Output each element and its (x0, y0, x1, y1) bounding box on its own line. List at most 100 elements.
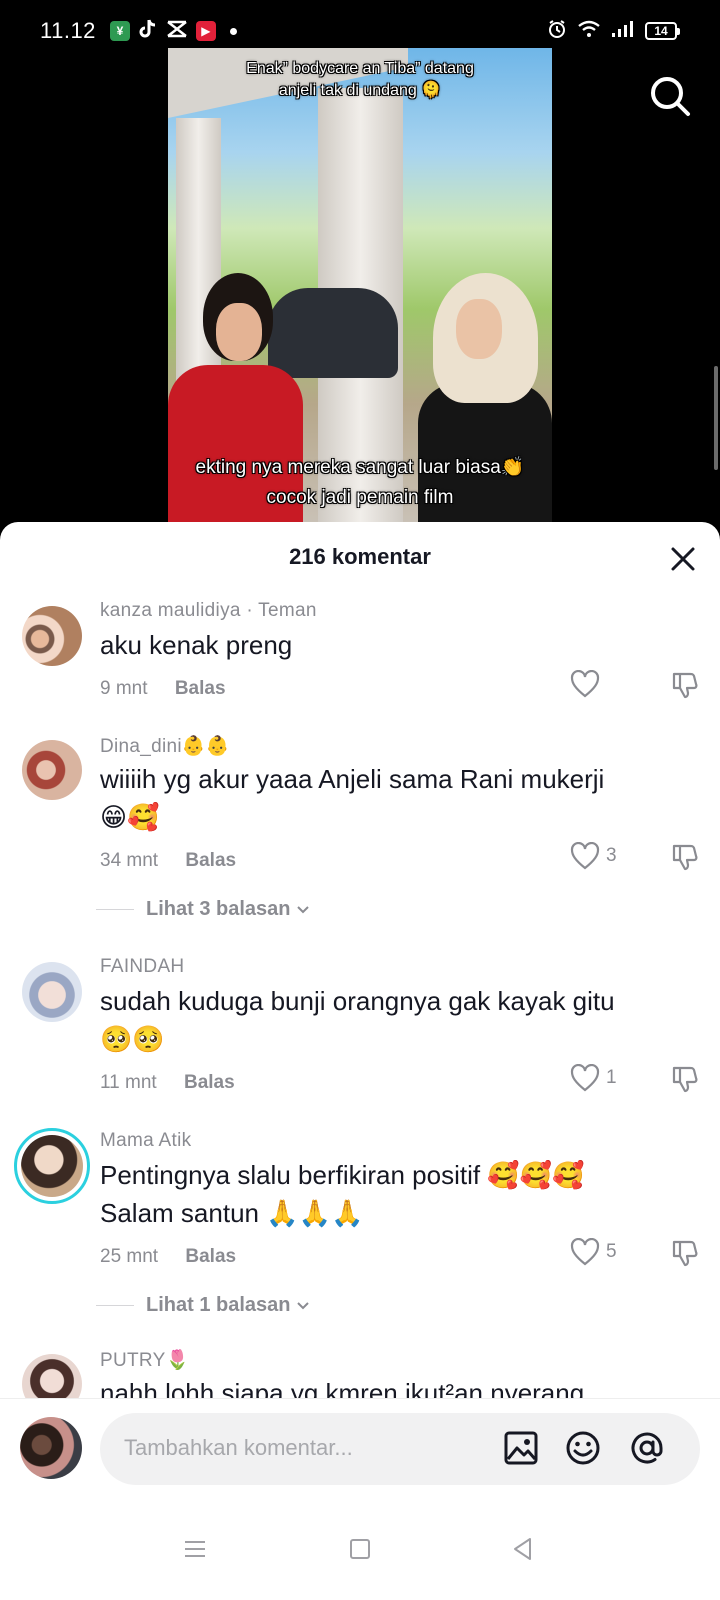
thumbs-down-icon (672, 1240, 698, 1267)
comment-emojis: 🥺🥺 (100, 1024, 165, 1054)
comment-username[interactable]: kanza maulidiya · Teman (100, 600, 317, 622)
like-button[interactable]: 5 (570, 1238, 617, 1266)
video-preview[interactable]: Enak” bodycare an Tiba” datang anjeli ta… (168, 48, 552, 523)
money-app-icon: ¥ (109, 21, 130, 41)
view-replies-label: Lihat 3 balasan (146, 898, 291, 920)
status-app-icons: ¥ ▶ (109, 18, 237, 45)
dislike-button[interactable] (670, 842, 700, 877)
heart-icon (570, 1238, 600, 1266)
view-replies-button[interactable]: Lihat 1 balasan (96, 1294, 311, 1317)
menu-icon (185, 1541, 205, 1557)
wifi-icon (577, 20, 601, 43)
thumbs-down-icon (672, 672, 698, 699)
comment-meta: 34 mnt Balas (100, 850, 236, 872)
reply-button[interactable]: Balas (185, 850, 236, 871)
search-button[interactable] (648, 74, 692, 118)
signal-icon (611, 20, 635, 43)
comment-item: kanza maulidiya · Teman aku kenak preng … (0, 592, 720, 722)
at-sign-icon (631, 1432, 663, 1464)
chevron-down-icon (296, 905, 309, 913)
square-icon (350, 1539, 370, 1559)
like-count: 1 (606, 1067, 617, 1088)
like-button[interactable]: 1 (570, 1064, 617, 1092)
alarm-icon (547, 19, 567, 44)
comments-list[interactable]: kanza maulidiya · Teman aku kenak preng … (0, 592, 720, 1492)
comments-count-title: 216 komentar (289, 544, 431, 569)
heart-icon (570, 670, 600, 698)
like-button[interactable]: 3 (570, 842, 617, 870)
comment-text: wiiiih yg akur yaaa Anjeli sama Rani muk… (100, 760, 700, 836)
avatar[interactable] (22, 740, 82, 800)
comment-text-line2: Salam santun 🙏🙏🙏 (100, 1198, 364, 1228)
recent-apps-button[interactable] (180, 1534, 210, 1564)
reply-button[interactable]: Balas (175, 678, 226, 699)
thumbs-down-icon (672, 844, 698, 871)
comment-username[interactable]: FAINDAH (100, 956, 184, 978)
video-app-icon: ▶ (195, 21, 216, 41)
smiley-icon (566, 1431, 600, 1465)
comment-text: Pentingnya slalu berfikiran positif 🥰🥰🥰 … (100, 1156, 700, 1232)
comment-time: 11 mnt (100, 1072, 157, 1093)
image-picker-button[interactable] (502, 1429, 540, 1467)
comment-input-placeholder[interactable]: Tambahkan komentar... (124, 1435, 353, 1461)
avatar[interactable] (22, 962, 82, 1022)
video-caption-bottom-line1: ekting nya mereka sangat luar biasa👏 (195, 457, 525, 478)
status-right: 14 (547, 19, 680, 44)
my-avatar[interactable] (20, 1417, 82, 1479)
comment-item: FAINDAH sudah kuduga bunji orangnya gak … (0, 948, 720, 1128)
system-nav-bar (0, 1498, 720, 1600)
comments-header: 216 komentar (0, 522, 720, 592)
search-icon (651, 77, 690, 116)
comment-text-body: wiiiih yg akur yaaa Anjeli sama Rani muk… (100, 764, 605, 794)
back-button[interactable] (508, 1534, 538, 1564)
capcut-icon (166, 19, 188, 44)
view-replies-button[interactable]: Lihat 3 balasan (96, 898, 311, 921)
comment-text-body: Pentingnya slalu berfikiran positif 🥰🥰🥰 (100, 1160, 585, 1190)
thumbs-down-icon (672, 1066, 698, 1093)
dislike-button[interactable] (670, 670, 700, 705)
battery-level: 14 (645, 22, 677, 40)
comment-text: aku kenak preng (100, 630, 293, 660)
close-icon (671, 547, 695, 571)
comment-meta: 11 mnt Balas (100, 1072, 235, 1094)
like-count: 5 (606, 1241, 617, 1262)
video-caption-bottom: ekting nya mereka sangat luar biasa👏 coc… (168, 453, 552, 513)
comment-item: Mama Atik Pentingnya slalu berfikiran po… (0, 1122, 720, 1352)
dislike-button[interactable] (670, 1238, 700, 1273)
heart-icon (570, 1064, 600, 1092)
comment-emojis: 😁🥰 (100, 802, 160, 832)
comment-text: sudah kuduga bunji orangnya gak kayak gi… (100, 982, 700, 1058)
back-triangle-icon (514, 1538, 531, 1560)
emoji-picker-button[interactable] (564, 1429, 602, 1467)
video-caption-bottom-line2: cocok jadi pemain film (266, 487, 454, 508)
dislike-button[interactable] (670, 1064, 700, 1099)
reply-button[interactable]: Balas (184, 1072, 235, 1093)
heart-icon (570, 842, 600, 870)
reply-button[interactable]: Balas (185, 1246, 236, 1267)
close-button[interactable] (668, 544, 698, 574)
view-replies-label: Lihat 1 balasan (146, 1294, 291, 1316)
comment-username[interactable]: PUTRY🌷 (100, 1348, 190, 1372)
comment-meta: 25 mnt Balas (100, 1246, 236, 1268)
comment-item: Dina_dini👶👶 wiiiih yg akur yaaa Anjeli s… (0, 726, 720, 946)
chevron-down-icon (296, 1301, 309, 1309)
mention-button[interactable] (628, 1429, 666, 1467)
tiktok-icon (138, 18, 158, 45)
home-button[interactable] (345, 1534, 375, 1564)
like-button[interactable] (570, 670, 606, 698)
like-count: 3 (606, 845, 617, 866)
video-scroll-indicator (714, 366, 718, 470)
comment-meta: 9 mnt Balas (100, 678, 226, 700)
comment-input[interactable]: Tambahkan komentar... (100, 1413, 700, 1485)
comment-input-bar: Tambahkan komentar... (0, 1398, 720, 1498)
comment-username[interactable]: Mama Atik (100, 1130, 191, 1152)
comment-text-body: sudah kuduga bunji orangnya gak kayak gi… (100, 986, 615, 1016)
comment-username[interactable]: Dina_dini👶👶 (100, 734, 230, 758)
avatar-with-story-ring[interactable] (14, 1128, 90, 1204)
image-icon (504, 1431, 538, 1465)
battery-indicator: 14 (645, 22, 680, 40)
comment-time: 34 mnt (100, 850, 159, 871)
status-time: 11.12 (40, 18, 96, 43)
avatar[interactable] (22, 606, 82, 666)
comment-time: 9 mnt (100, 678, 148, 699)
